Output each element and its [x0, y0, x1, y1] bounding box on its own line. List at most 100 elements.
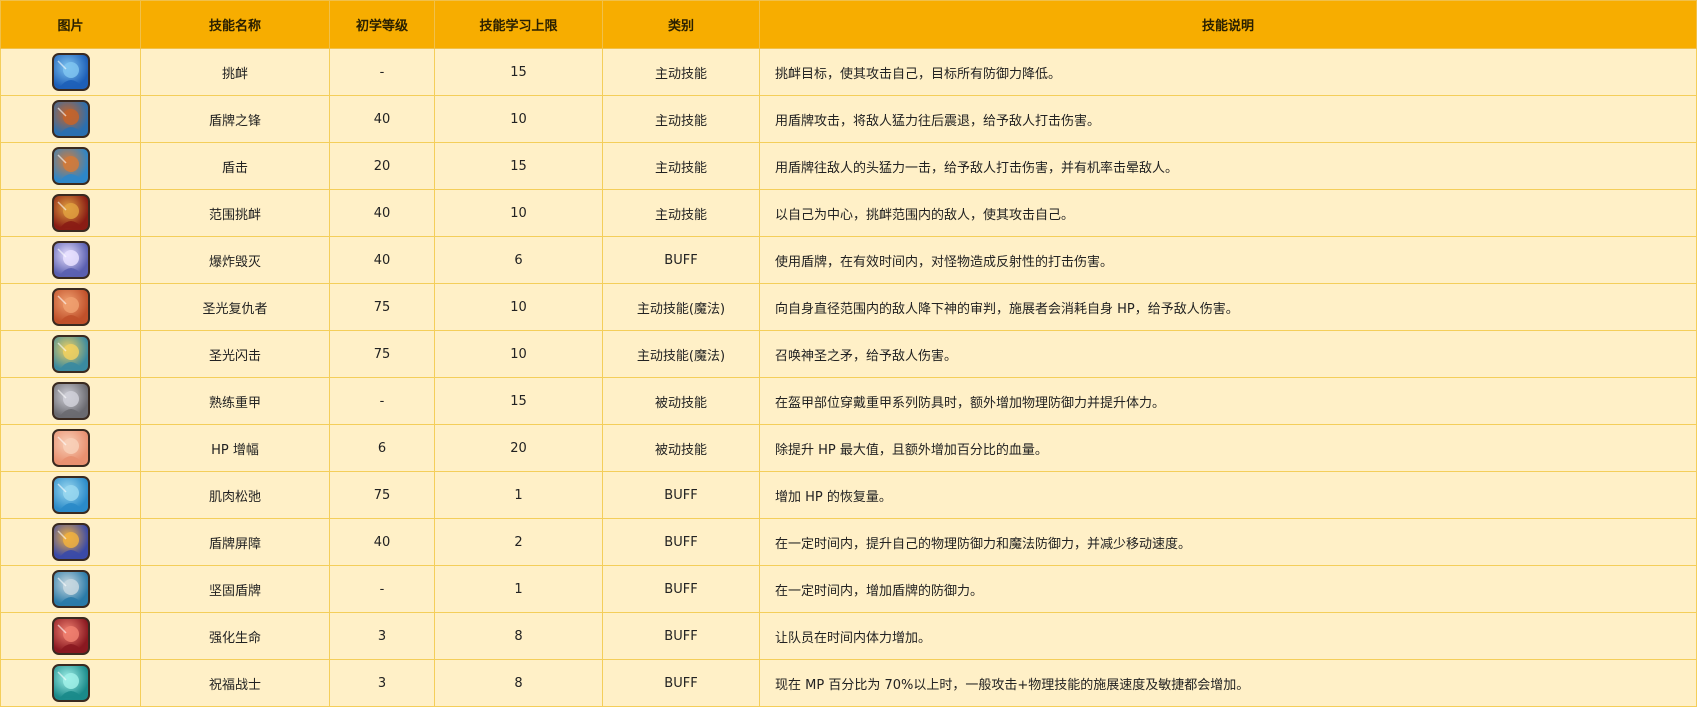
description-cell: 使用盾牌，在有效时间内，对怪物造成反射性的打击伤害。	[759, 236, 1697, 284]
description-cell: 除提升 HP 最大值，且额外增加百分比的血量。	[759, 424, 1697, 472]
table-row: 范围挑衅 40 10 主动技能 以自己为中心，挑衅范围内的敌人，使其攻击自己。	[0, 189, 1697, 237]
skill-table: 图片 技能名称 初学等级 技能学习上限 类别 技能说明 挑衅 -15 主动技能 挑衅目…	[0, 0, 1697, 707]
category-cell: 主动技能	[602, 189, 760, 237]
table-row: 祝福战士 3 8 BUFF 现在 MP 百分比为 70%以上时，一般攻击+物理技能的施展…	[0, 659, 1697, 707]
holy-flash-icon	[51, 335, 90, 373]
table-row: 坚固盾牌 -1 BUFF 在一定时间内，增加盾牌的防御力。	[0, 565, 1697, 613]
skill-image-cell	[0, 189, 141, 237]
table-row: 圣光复仇者 75 10 主动技能(魔法) 向自身直径范围内的敌人降下神的审判，施展者会消…	[0, 283, 1697, 331]
skill-image-cell	[0, 424, 141, 472]
description-cell: 以自己为中心，挑衅范围内的敌人，使其攻击自己。	[759, 189, 1697, 237]
skill-image-cell	[0, 518, 141, 566]
initial-level-cell: 3	[329, 612, 435, 660]
max-level-cell: 2	[434, 518, 603, 566]
header-skill-name: 技能名称	[140, 0, 330, 49]
description-cell: 让队员在时间内体力增加。	[759, 612, 1697, 660]
skill-name-cell: 祝福战士	[140, 659, 330, 707]
table-row: 爆炸毁灭 40 6 BUFF 使用盾牌，在有效时间内，对怪物造成反射性的打击伤害。	[0, 236, 1697, 284]
category-cell: BUFF	[602, 565, 760, 613]
description-cell: 在一定时间内，提升自己的物理防御力和魔法防御力，并减少移动速度。	[759, 518, 1697, 566]
initial-level-cell: 20	[329, 142, 435, 190]
initial-level-cell: 75	[329, 330, 435, 378]
muscle-relax-icon	[51, 476, 90, 514]
shield-bash-icon	[51, 147, 90, 185]
area-taunt-icon	[51, 194, 90, 232]
skill-name-cell: 熟练重甲	[140, 377, 330, 425]
skill-image-cell	[0, 48, 141, 96]
skill-image-cell	[0, 612, 141, 660]
initial-level-cell: 40	[329, 189, 435, 237]
table-row: 强化生命 3 8 BUFF 让队员在时间内体力增加。	[0, 612, 1697, 660]
max-level-cell: 6	[434, 236, 603, 284]
skill-name-cell: 圣光复仇者	[140, 283, 330, 331]
skill-image-cell	[0, 95, 141, 143]
category-cell: 主动技能	[602, 95, 760, 143]
solid-shield-icon	[51, 570, 90, 608]
description-cell: 用盾牌攻击，将敌人猛力往后震退，给予敌人打击伤害。	[759, 95, 1697, 143]
skill-name-cell: 盾牌之锋	[140, 95, 330, 143]
skill-image-cell	[0, 565, 141, 613]
description-cell: 在一定时间内，增加盾牌的防御力。	[759, 565, 1697, 613]
header-description: 技能说明	[759, 0, 1697, 49]
table-row: HP 增幅 6 20 被动技能 除提升 HP 最大值，且额外增加百分比的血量。	[0, 424, 1697, 472]
description-cell: 在盔甲部位穿戴重甲系列防具时，额外增加物理防御力并提升体力。	[759, 377, 1697, 425]
description-cell: 现在 MP 百分比为 70%以上时，一般攻击+物理技能的施展速度及敏捷都会增加。	[759, 659, 1697, 707]
max-level-cell: 1	[434, 565, 603, 613]
skill-name-cell: 圣光闪击	[140, 330, 330, 378]
initial-level-cell: 6	[329, 424, 435, 472]
skill-image-cell	[0, 283, 141, 331]
max-level-cell: 15	[434, 142, 603, 190]
max-level-cell: 20	[434, 424, 603, 472]
skill-name-cell: 强化生命	[140, 612, 330, 660]
initial-level-cell: -	[329, 377, 435, 425]
max-level-cell: 15	[434, 48, 603, 96]
header-image: 图片	[0, 0, 141, 49]
category-cell: BUFF	[602, 236, 760, 284]
max-level-cell: 15	[434, 377, 603, 425]
category-cell: BUFF	[602, 518, 760, 566]
life-boost-icon	[51, 617, 90, 655]
skill-image-cell	[0, 142, 141, 190]
blessed-warrior-icon	[51, 664, 90, 702]
initial-level-cell: 3	[329, 659, 435, 707]
heavy-armor-icon	[51, 382, 90, 420]
shield-edge-icon	[51, 100, 90, 138]
table-row: 盾牌之锋 40 10 主动技能 用盾牌攻击，将敌人猛力往后震退，给予敌人打击伤害。	[0, 95, 1697, 143]
description-cell: 增加 HP 的恢复量。	[759, 471, 1697, 519]
skill-image-cell	[0, 330, 141, 378]
description-cell: 向自身直径范围内的敌人降下神的审判，施展者会消耗自身 HP，给予敌人伤害。	[759, 283, 1697, 331]
category-cell: 主动技能(魔法)	[602, 283, 760, 331]
table-row: 盾击 20 15 主动技能 用盾牌往敌人的头猛力一击，给予敌人打击伤害，并有机率击晕敌人…	[0, 142, 1697, 190]
table-header-row: 图片 技能名称 初学等级 技能学习上限 类别 技能说明	[0, 0, 1697, 49]
category-cell: BUFF	[602, 612, 760, 660]
skill-name-cell: 肌肉松弛	[140, 471, 330, 519]
description-cell: 召唤神圣之矛，给予敌人伤害。	[759, 330, 1697, 378]
header-category: 类别	[602, 0, 760, 49]
table-row: 盾牌屏障 40 2 BUFF 在一定时间内，提升自己的物理防御力和魔法防御力，并减少移动…	[0, 518, 1697, 566]
category-cell: 主动技能	[602, 142, 760, 190]
explosion-shield-icon	[51, 241, 90, 279]
initial-level-cell: -	[329, 565, 435, 613]
table-row: 熟练重甲 -15 被动技能 在盔甲部位穿戴重甲系列防具时，额外增加物理防御力并提升体力…	[0, 377, 1697, 425]
max-level-cell: 10	[434, 283, 603, 331]
initial-level-cell: -	[329, 48, 435, 96]
header-initial-level: 初学等级	[329, 0, 435, 49]
skill-name-cell: 盾击	[140, 142, 330, 190]
max-level-cell: 1	[434, 471, 603, 519]
skill-name-cell: 范围挑衅	[140, 189, 330, 237]
initial-level-cell: 40	[329, 236, 435, 284]
skill-image-cell	[0, 236, 141, 284]
category-cell: 被动技能	[602, 424, 760, 472]
max-level-cell: 10	[434, 189, 603, 237]
initial-level-cell: 75	[329, 283, 435, 331]
skill-image-cell	[0, 377, 141, 425]
initial-level-cell: 40	[329, 518, 435, 566]
hp-boost-icon	[51, 429, 90, 467]
category-cell: BUFF	[602, 471, 760, 519]
category-cell: BUFF	[602, 659, 760, 707]
skill-name-cell: 爆炸毁灭	[140, 236, 330, 284]
table-row: 肌肉松弛 75 1 BUFF 增加 HP 的恢复量。	[0, 471, 1697, 519]
skill-name-cell: 盾牌屏障	[140, 518, 330, 566]
initial-level-cell: 75	[329, 471, 435, 519]
description-cell: 用盾牌往敌人的头猛力一击，给予敌人打击伤害，并有机率击晕敌人。	[759, 142, 1697, 190]
